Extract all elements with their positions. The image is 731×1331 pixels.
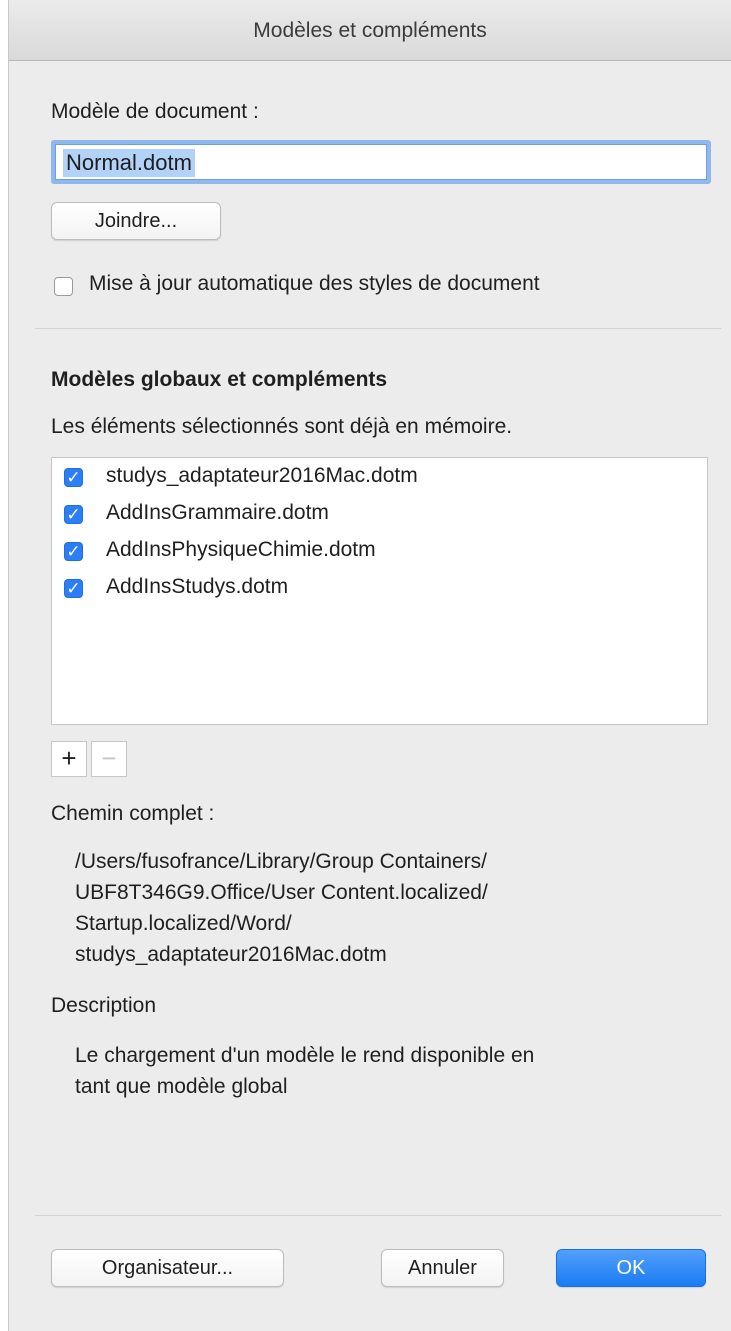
auto-update-checkbox[interactable] (54, 277, 73, 296)
global-templates-list[interactable]: ✓ studys_adaptateur2016Mac.dotm ✓ AddIns… (51, 457, 708, 725)
full-path-line: studys_adaptateur2016Mac.dotm (75, 943, 387, 966)
remove-button[interactable]: − (91, 741, 127, 777)
ok-button[interactable]: OK (556, 1249, 706, 1287)
document-template-label: Modèle de document : (51, 100, 259, 123)
section-divider (35, 328, 721, 329)
description-line: tant que modèle global (75, 1075, 288, 1098)
dialog-title: Modèles et compléments (9, 0, 731, 61)
cancel-button[interactable]: Annuler (381, 1249, 504, 1287)
list-item-label: AddInsGrammaire.dotm (106, 501, 329, 524)
document-template-field[interactable]: Normal.dotm (51, 140, 711, 184)
full-path-line: UBF8T346G9.Office/User Content.localized… (75, 881, 488, 904)
auto-update-label: Mise à jour automatique des styles de do… (89, 272, 540, 295)
list-item-checkbox[interactable]: ✓ (64, 505, 83, 524)
list-item-label: studys_adaptateur2016Mac.dotm (106, 464, 418, 487)
full-path-line: Startup.localized/Word/ (75, 912, 292, 935)
organizer-button[interactable]: Organisateur... (51, 1249, 284, 1287)
global-templates-note: Les éléments sélectionnés sont déjà en m… (51, 415, 513, 438)
templates-addins-dialog: Modèles et compléments Modèle de documen… (8, 0, 731, 1331)
full-path-label: Chemin complet : (51, 802, 215, 825)
list-item-label: AddInsPhysiqueChimie.dotm (106, 538, 376, 561)
description-label: Description (51, 994, 157, 1017)
footer-divider (35, 1215, 721, 1216)
list-item-checkbox[interactable]: ✓ (64, 542, 83, 561)
list-item-checkbox[interactable]: ✓ (64, 468, 83, 487)
description-text: Le chargement d'un modèle le rend dispon… (75, 1040, 534, 1102)
global-templates-heading: Modèles globaux et compléments (51, 368, 388, 391)
attach-button[interactable]: Joindre... (51, 202, 221, 240)
description-line: Le chargement d'un modèle le rend dispon… (75, 1044, 535, 1067)
full-path-value: /Users/fusofrance/Library/Group Containe… (75, 846, 488, 970)
document-template-value: Normal.dotm (63, 149, 195, 177)
list-item-label: AddInsStudys.dotm (106, 575, 289, 598)
list-item-checkbox[interactable]: ✓ (64, 579, 83, 598)
add-button[interactable]: + (51, 741, 87, 777)
full-path-line: /Users/fusofrance/Library/Group Containe… (75, 850, 488, 873)
